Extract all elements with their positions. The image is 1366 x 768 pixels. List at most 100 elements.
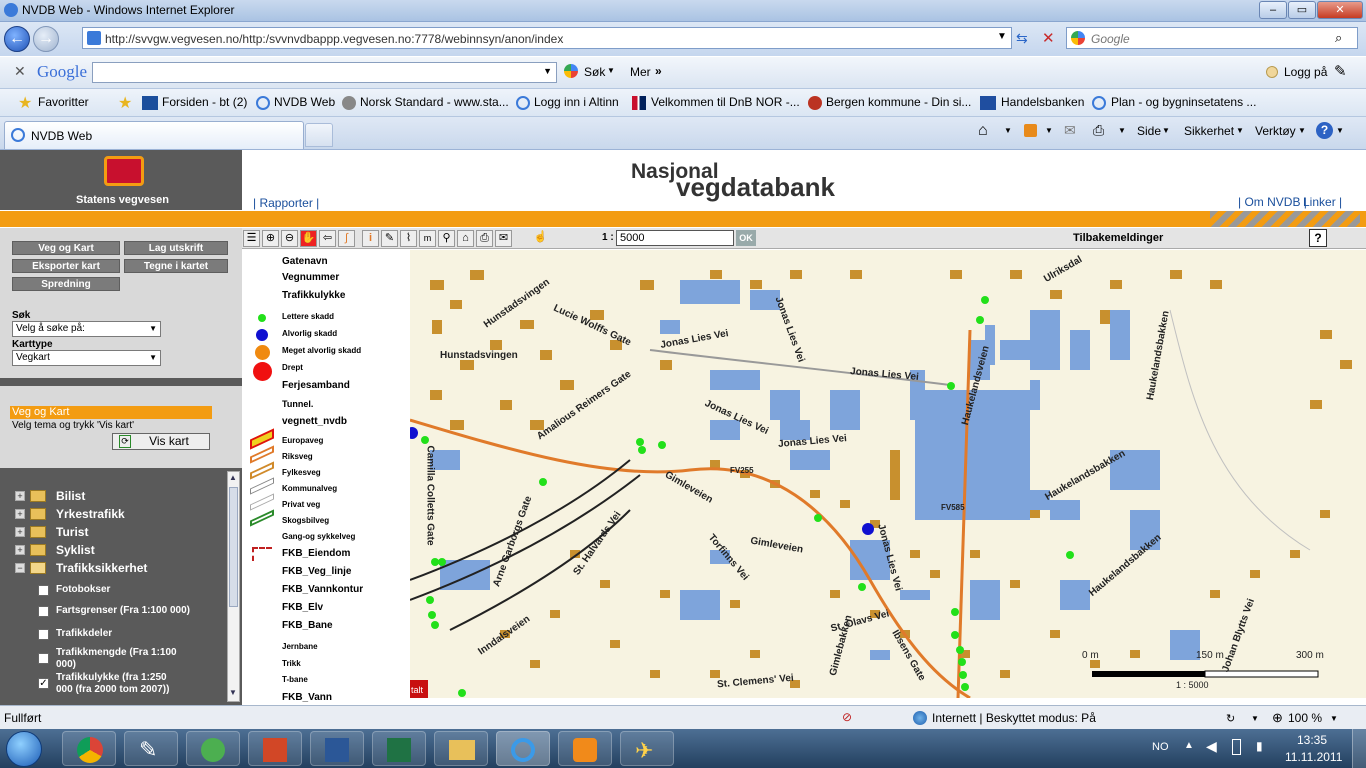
email-icon[interactable]: ✉ — [495, 230, 512, 247]
scroll-up-icon[interactable]: ▲ — [229, 473, 237, 482]
checkbox-trafikkulykke[interactable]: ✓ — [38, 678, 49, 689]
new-tab-button[interactable] — [305, 123, 333, 147]
fav-link-2[interactable]: NVDB Web — [274, 95, 335, 109]
checkbox-fotobokser[interactable] — [38, 585, 49, 596]
zoom-level[interactable]: 100 % — [1288, 711, 1322, 725]
favorites-button[interactable]: Favoritter — [38, 95, 89, 109]
tree-item-turist[interactable]: Turist — [56, 525, 88, 539]
expand-icon[interactable]: + — [15, 491, 25, 501]
tools-menu[interactable]: Verktøy — [1255, 124, 1296, 138]
chevron-down-icon[interactable]: ▼ — [997, 31, 1007, 42]
fav-link-8[interactable]: Plan - og bygninsetatens ... — [1111, 95, 1256, 109]
expand-icon[interactable]: + — [15, 545, 25, 555]
paint-task[interactable]: ✎ — [124, 731, 178, 766]
legend-toggle-icon[interactable]: ☰ — [243, 230, 260, 247]
checkbox-fartsgrenser[interactable] — [38, 606, 49, 617]
search-type-select[interactable]: Velg å søke på: ▼ — [12, 321, 161, 337]
zoom-in-icon[interactable]: ⊕ — [262, 230, 279, 247]
safety-menu[interactable]: Sikkerhet — [1184, 124, 1234, 138]
spread-button[interactable]: Spredning — [12, 277, 120, 291]
rss-icon[interactable] — [1024, 124, 1037, 137]
map-canvas[interactable]: Ulriksdal Hunstadsvingen Lucie Wolffs Ga… — [410, 250, 1366, 698]
tree-item-syklist[interactable]: Syklist — [56, 543, 95, 557]
google-search-input[interactable]: ▼ — [92, 62, 557, 83]
clock-date[interactable]: 11.11.2011 — [1285, 750, 1342, 764]
chevron-down-icon[interactable]: ▼ — [1118, 126, 1126, 135]
network-icon[interactable]: ▮ — [1256, 739, 1263, 753]
tree-item-yrkestrafikk[interactable]: Yrkestrafikk — [56, 507, 125, 521]
pin-icon[interactable]: ⚲ — [438, 230, 455, 247]
home-icon[interactable]: ⌂ — [978, 122, 988, 140]
scroll-thumb[interactable] — [229, 487, 238, 607]
draw-button[interactable]: Tegne i kartet — [124, 259, 228, 273]
fav-link-5[interactable]: Velkommen til DnB NOR -... — [651, 95, 800, 109]
zoom-out-icon[interactable]: ⊖ — [281, 230, 298, 247]
chevron-down-icon[interactable]: ▼ — [1330, 714, 1338, 723]
back-button[interactable]: ← — [4, 26, 30, 52]
start-button[interactable] — [6, 731, 42, 767]
home-map-icon[interactable]: ⌂ — [457, 230, 474, 247]
privacy-icon[interactable]: ⊘ — [842, 710, 852, 724]
print-map-icon[interactable]: ⎙ — [476, 230, 493, 247]
layer-trafikkmengde[interactable]: Trafikkmengde (Fra 1:100 — [56, 647, 177, 658]
export-button[interactable]: Eksporter kart — [12, 259, 120, 273]
explorer-task[interactable] — [434, 731, 488, 766]
stop-icon[interactable]: ✕ — [1042, 29, 1055, 47]
add-favorite-icon[interactable]: ★ — [118, 93, 132, 113]
layer-fotobokser[interactable]: Fotobokser — [56, 584, 110, 595]
tray-arrow-icon[interactable]: ▲ — [1184, 740, 1194, 751]
tree-scrollbar[interactable]: ▲ ▼ — [227, 471, 240, 702]
close-window-button[interactable]: ✕ — [1317, 1, 1363, 19]
word-task[interactable] — [310, 731, 364, 766]
address-field[interactable]: http://svvgw.vegvesen.no/http:/svvnvdbap… — [82, 27, 1012, 49]
pencil-icon[interactable]: ✎ — [381, 230, 398, 247]
measure-icon[interactable]: ⌇ — [400, 230, 417, 247]
print-button[interactable]: Lag utskrift — [124, 241, 228, 255]
chevron-down-icon[interactable]: ▼ — [1004, 126, 1012, 135]
excel-task[interactable] — [372, 731, 426, 766]
login-button[interactable]: Logg på — [1284, 65, 1327, 79]
app-task[interactable]: ✈ — [620, 731, 674, 766]
map-button[interactable]: Veg og Kart — [12, 241, 120, 255]
links-link[interactable]: Linker | — [1303, 195, 1342, 209]
chrome-task[interactable] — [62, 731, 116, 766]
fav-link-3[interactable]: Norsk Standard - www.sta... — [360, 95, 509, 109]
fav-link-6[interactable]: Bergen kommune - Din si... — [826, 95, 971, 109]
feedback-link[interactable]: Tilbakemeldinger — [1073, 232, 1163, 244]
layer-fartsgrenser[interactable]: Fartsgrenser (Fra 1:100 000) — [56, 605, 190, 616]
scale-input[interactable]: 5000 — [616, 230, 734, 246]
about-link[interactable]: | Om NVDB | — [1238, 195, 1307, 209]
layer-trafikkulykke[interactable]: Trafikkulykke (fra 1:250 — [56, 672, 167, 683]
clock-time[interactable]: 13:35 — [1297, 733, 1327, 747]
road-select-icon[interactable]: ∫ — [338, 230, 355, 247]
fav-link-7[interactable]: Handelsbanken — [1001, 95, 1084, 109]
forward-button[interactable]: → — [33, 26, 59, 52]
messenger-task[interactable] — [186, 731, 240, 766]
wrench-icon[interactable]: ✎ — [1334, 62, 1347, 80]
tree-item-bilist[interactable]: Bilist — [56, 489, 85, 503]
mail-icon[interactable]: ✉ — [1064, 122, 1076, 139]
expand-icon[interactable]: + — [15, 509, 25, 519]
ie-task[interactable] — [496, 731, 550, 766]
close-toolbar-icon[interactable]: ✕ — [14, 63, 26, 80]
print-icon[interactable]: ⎙ — [1093, 122, 1104, 139]
tab-nvdb[interactable]: NVDB Web — [4, 121, 304, 149]
checkbox-trafikkdeler[interactable] — [38, 629, 49, 640]
language-indicator[interactable]: NO — [1152, 741, 1169, 753]
zoom-icon[interactable]: ⊕ — [1272, 710, 1283, 726]
fav-link-1[interactable]: Forsiden - bt (2) — [162, 95, 247, 109]
page-menu[interactable]: Side — [1137, 124, 1161, 138]
layer-trafikkdeler[interactable]: Trafikkdeler — [56, 628, 112, 639]
info-icon[interactable]: i — [362, 230, 379, 247]
maximize-button[interactable]: ▭ — [1288, 1, 1316, 19]
media-task[interactable] — [558, 731, 612, 766]
refresh-icon[interactable]: ⇆ — [1016, 30, 1028, 47]
powerpoint-task[interactable] — [248, 731, 302, 766]
more-button[interactable]: Mer — [630, 65, 651, 79]
collapse-icon[interactable]: − — [15, 563, 25, 573]
checkbox-trafikkmengde[interactable] — [38, 653, 49, 664]
help-button[interactable]: ? — [1309, 229, 1327, 247]
protected-mode-icon[interactable]: ↻ — [1226, 712, 1235, 725]
search-icon[interactable]: ⌕ — [1335, 30, 1342, 46]
chevron-down-icon[interactable]: ▼ — [1251, 714, 1259, 723]
